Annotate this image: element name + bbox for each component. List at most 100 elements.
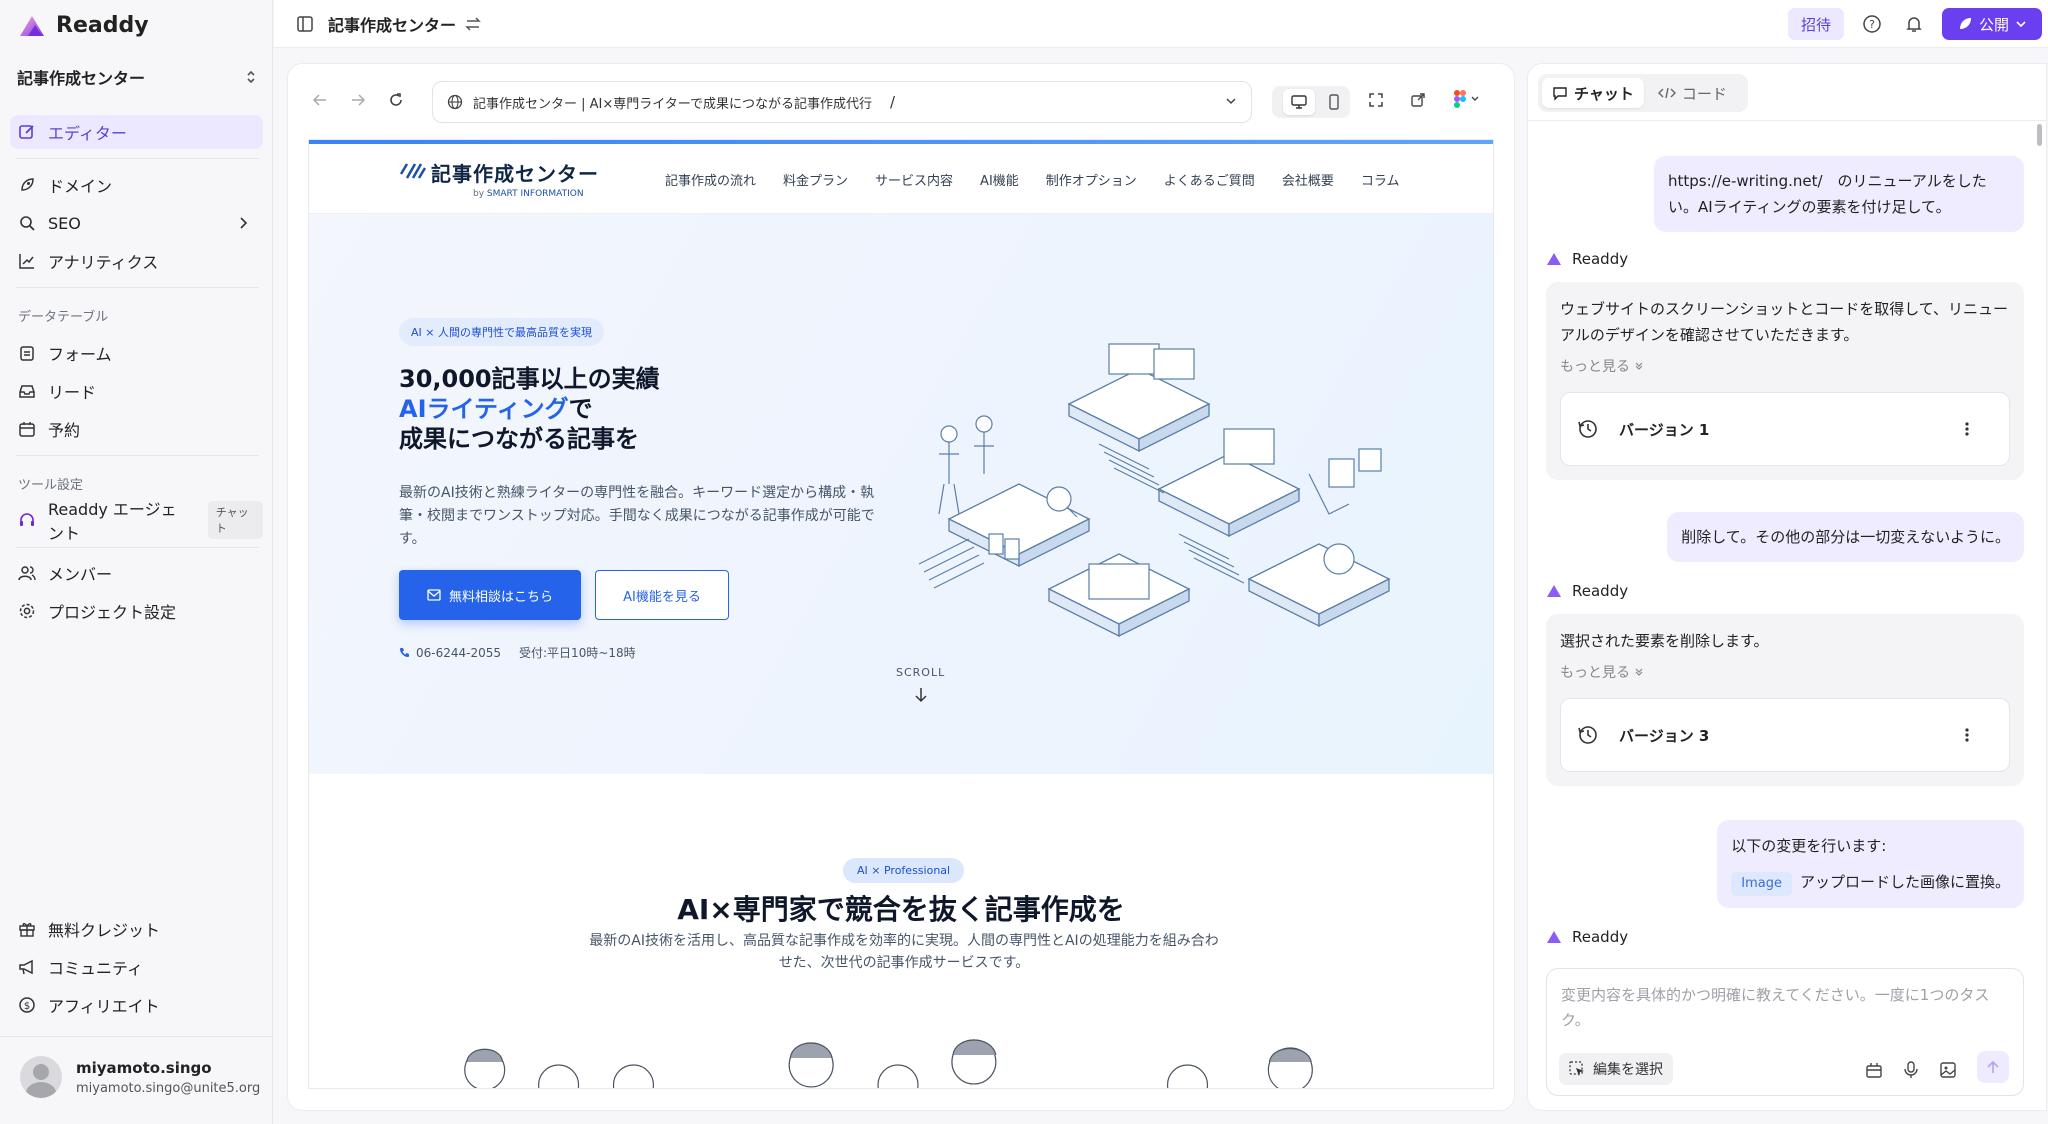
user-message-text: アップロードした画像に置換。: [1799, 873, 2010, 891]
sidebar-item-forms[interactable]: フォーム: [10, 336, 263, 370]
sidebar-item-community[interactable]: コミュニティ: [10, 950, 263, 984]
chevron-right-icon: [240, 217, 248, 229]
select-edit-button[interactable]: 編集を選択: [1559, 1053, 1673, 1085]
globe-icon: [447, 94, 463, 110]
scroll-indicator[interactable]: SCROLL: [896, 666, 945, 703]
show-more-button[interactable]: もっと見る: [1560, 662, 2010, 682]
site-brand: 記事作成センター: [431, 162, 599, 186]
chat-panel: チャット コード https://e-writing.net/ のリニューアルを…: [1528, 64, 2046, 1110]
sidebar-item-members[interactable]: メンバー: [10, 556, 263, 590]
agent-message-text: 選択された要素を削除します。: [1560, 632, 1769, 650]
app-logo[interactable]: Readdy: [18, 13, 149, 38]
box-icon[interactable]: [1865, 1061, 1883, 1079]
sidebar-item-analytics[interactable]: アナリティクス: [10, 244, 263, 278]
sidebar-item-bookings[interactable]: 予約: [10, 412, 263, 446]
sidebar-item-domain[interactable]: ドメイン: [10, 168, 263, 202]
select-cursor-icon: [1569, 1061, 1584, 1076]
history-icon: [1578, 726, 1597, 744]
megaphone-icon: [18, 958, 36, 976]
back-arrow-icon[interactable]: [312, 92, 328, 108]
version-card[interactable]: バージョン 3: [1560, 698, 2010, 772]
sidebar-item-affiliate[interactable]: $ アフィリエイト: [10, 988, 263, 1022]
image-icon[interactable]: [1939, 1061, 1957, 1079]
show-more-button[interactable]: もっと見る: [1560, 356, 2010, 376]
divider: [0, 1036, 273, 1037]
mobile-view-button[interactable]: [1328, 94, 1340, 110]
sidebar-toggle-icon[interactable]: [296, 15, 314, 33]
sidebar-item-free-credits[interactable]: 無料クレジット: [10, 912, 263, 946]
sidebar-item-label: Readdy エージェント: [48, 500, 177, 543]
sidebar-item-agent[interactable]: Readdy エージェント チャット: [10, 500, 263, 543]
ai-features-button[interactable]: AI機能を見る: [595, 570, 729, 620]
fullscreen-icon[interactable]: [1368, 92, 1384, 108]
site-nav-item[interactable]: 記事作成の流れ: [665, 170, 756, 189]
free-consultation-button[interactable]: 無料相談はこちら: [399, 570, 581, 620]
more-vertical-icon[interactable]: [1965, 727, 1969, 743]
send-button[interactable]: [1977, 1051, 2009, 1083]
forward-arrow-icon[interactable]: [350, 92, 366, 108]
site-nav-item[interactable]: AI機能: [980, 170, 1019, 189]
site-nav-item[interactable]: 会社概要: [1282, 170, 1334, 189]
page-title: 記事作成センター: [328, 16, 457, 35]
sidebar-item-project-settings[interactable]: プロジェクト設定: [10, 594, 263, 628]
page-title-url: 記事作成センター | AI×専門ライターで成果につながる記事作成代行: [473, 96, 872, 112]
arrow-down-icon: [915, 688, 927, 703]
site-brand-by: by SMART INFORMATION: [473, 189, 584, 199]
tab-code[interactable]: コード: [1648, 78, 1737, 108]
message-composer[interactable]: 変更内容を具体的かつ明確に教えてください。一度に1つのタスク。 編集を選択: [1546, 968, 2024, 1096]
site-logo[interactable]: 記事作成センター by SMART INFORMATION: [399, 158, 599, 199]
sidebar-item-leads[interactable]: リード: [10, 374, 263, 408]
site-nav-item[interactable]: 制作オプション: [1046, 170, 1137, 189]
url-path: /: [889, 93, 896, 111]
site-nav-item[interactable]: サービス内容: [875, 170, 953, 189]
hero-heading: 30,000記事以上の実績 AIライティングで 成果につながる記事を: [399, 365, 660, 453]
sidebar-item-editor[interactable]: エディター: [10, 115, 263, 149]
sidebar-item-seo[interactable]: SEO: [10, 206, 263, 240]
tab-chat[interactable]: チャット: [1542, 78, 1644, 108]
site-nav-item[interactable]: コラム: [1361, 170, 1400, 189]
microphone-icon[interactable]: [1903, 1061, 1919, 1079]
sidebar-item-label: SEO: [48, 213, 81, 233]
rocket-icon: [18, 176, 36, 194]
swap-icon[interactable]: [464, 15, 482, 33]
external-link-icon[interactable]: [1410, 92, 1426, 108]
url-bar[interactable]: 記事作成センター | AI×専門ライターで成果につながる記事作成代行 /: [432, 81, 1252, 123]
help-icon[interactable]: ?: [1862, 14, 1882, 34]
scrollbar[interactable]: [2037, 124, 2042, 146]
sidebar: Readdy 記事作成センター エディター ドメイン SEO アナリティクス デ…: [0, 0, 273, 1124]
sidebar-item-label: アフィリエイト: [48, 997, 160, 1016]
site-nav-item[interactable]: よくあるご質問: [1164, 170, 1255, 189]
chevron-down-icon: [1226, 98, 1236, 105]
app-name: Readdy: [56, 13, 149, 38]
project-switcher[interactable]: 記事作成センター: [17, 64, 257, 90]
version-card[interactable]: バージョン 1: [1560, 392, 2010, 466]
desktop-view-button[interactable]: [1282, 89, 1315, 115]
site-nav: 記事作成の流れ 料金プラン サービス内容 AI機能 制作オプション よくあるご質…: [665, 170, 1399, 189]
more-vertical-icon[interactable]: [1965, 421, 1969, 437]
publish-label: 公開: [1978, 15, 2009, 34]
chevron-down-icon: [2016, 21, 2026, 28]
mail-icon: [427, 589, 441, 601]
code-icon: [1657, 87, 1676, 99]
invite-button[interactable]: 招待: [1788, 8, 1844, 40]
publish-button[interactable]: 公開: [1942, 8, 2042, 40]
figma-menu[interactable]: [1454, 90, 1480, 108]
sidebar-item-label: フォーム: [48, 345, 112, 364]
agent-message: 選択された要素を削除します。 もっと見る バージョン 3: [1546, 614, 2024, 786]
gear-icon: [18, 602, 36, 620]
agent-message-text: ウェブサイトのスクリーンショットとコードを取得して、リニューアルのデザインを確認…: [1560, 300, 2009, 344]
website-preview[interactable]: 記事作成センター by SMART INFORMATION 記事作成の流れ 料金…: [308, 139, 1494, 1089]
agent-message: ウェブサイトのスクリーンショットとコードを取得して、リニューアルのデザインを確認…: [1546, 282, 2024, 480]
site-nav-item[interactable]: 料金プラン: [783, 170, 848, 189]
user-name: miyamoto.singo: [76, 1058, 212, 1077]
message-input[interactable]: 変更内容を具体的かつ明確に教えてください。一度に1つのタスク。: [1561, 983, 2001, 1033]
divider: [16, 287, 259, 288]
bell-icon[interactable]: [1904, 14, 1924, 34]
hero-section: AI × 人間の専門性で最高品質を実現 30,000記事以上の実績 AIライティ…: [309, 214, 1493, 774]
user-profile[interactable]: miyamoto.singo miyamoto.singo@unite5.org: [20, 1056, 260, 1098]
phone-number[interactable]: 06-6244-2055: [416, 646, 501, 660]
reload-icon[interactable]: [388, 92, 404, 108]
hero-pill: AI × 人間の専門性で最高品質を実現: [399, 318, 604, 346]
dollar-circle-icon: $: [18, 996, 36, 1014]
chart-line-icon: [18, 252, 36, 270]
